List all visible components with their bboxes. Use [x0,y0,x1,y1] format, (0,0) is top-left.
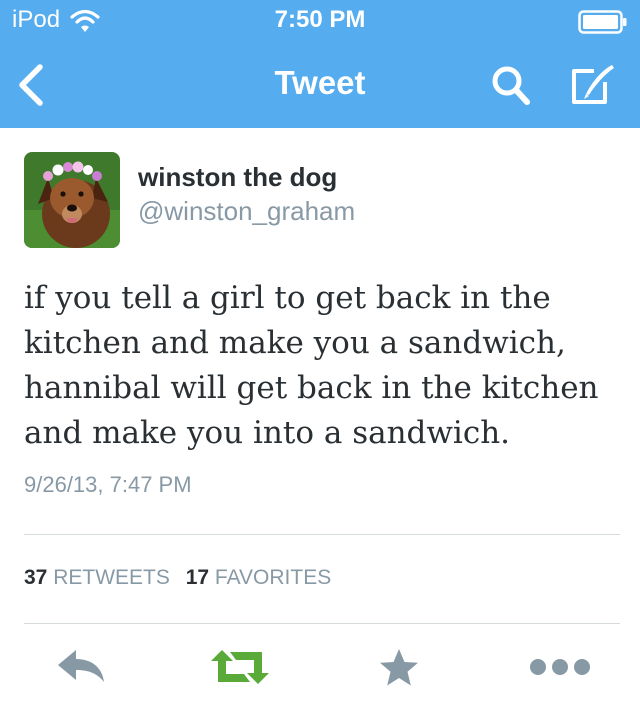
favorites-count: 17 [185,566,210,589]
tweet-line: and make you into a sandwich. [24,415,511,451]
star-icon [380,649,418,686]
tweet-line: hannibal will get back in the kitchen [24,370,599,406]
status-time: 7:50 PM [274,6,366,33]
reply-icon [58,650,104,682]
retweets-count: 37 [24,566,48,589]
more-button[interactable] [528,648,592,686]
tweet-line: if you tell a girl to get back in the [24,280,551,316]
search-icon [492,66,530,105]
retweet-icon [211,650,269,684]
top-bar: iPod 7:50 PM Tweet [0,0,640,128]
favorite-button[interactable] [379,648,419,688]
retweet-button[interactable] [210,648,270,686]
tweet-stats: 37 RETWEETS 17 FAVORITES [24,566,341,590]
divider [24,534,620,535]
tweet-text: if you tell a girl to get back in the ki… [24,276,624,456]
user-handle[interactable]: @winston_graham [138,196,355,227]
compose-icon [572,65,614,104]
battery-icon [578,10,627,34]
favorites-label: FAVORITES [214,566,332,589]
divider [24,623,620,624]
search-button[interactable] [490,63,532,107]
favorites-stat[interactable]: 17 FAVORITES [186,566,332,589]
reply-button[interactable] [56,648,106,686]
more-dots-icon [530,659,590,675]
avatar[interactable] [24,152,120,248]
retweets-label: RETWEETS [53,566,170,589]
display-name[interactable]: winston the dog [138,162,337,193]
compose-button[interactable] [568,62,616,106]
tweet-line: kitchen and make you a sandwich, [24,325,566,361]
retweets-stat[interactable]: 37 RETWEETS [24,566,170,589]
tweet-timestamp: 9/26/13, 7:47 PM [24,472,192,497]
page-title: Tweet [274,64,366,101]
